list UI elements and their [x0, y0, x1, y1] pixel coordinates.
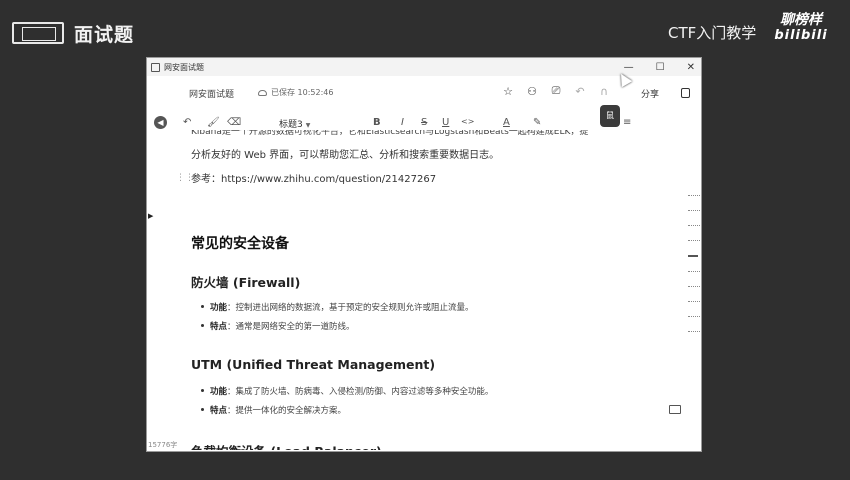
item-key: 功能	[210, 303, 228, 313]
cloud-icon	[258, 89, 267, 96]
add-collaborator-icon[interactable]: ⚇	[525, 84, 539, 98]
maximize-button[interactable]: ☐	[656, 62, 665, 73]
layout-icon[interactable]	[681, 88, 690, 98]
brand-watermark: 聊榜样 bilibili	[766, 12, 836, 48]
window-title: 网安面试题	[164, 62, 204, 72]
outline-mark[interactable]	[688, 271, 700, 272]
bullet-dot	[201, 408, 204, 411]
heading-load-balancer: 负载均衡设备 (Load Balancer)	[191, 441, 382, 450]
outline-mark[interactable]	[688, 240, 700, 241]
bullet-dot	[201, 305, 204, 308]
item-key: 功能	[210, 387, 228, 397]
document-actions: ☆ ⚇ ⎚ ↶ ∩	[501, 84, 611, 98]
save-status: 已保存 10:52:46	[258, 87, 333, 98]
course-label: CTF入门教学	[668, 24, 757, 42]
item-text: ：通常是网络安全的第一道防线。	[227, 322, 355, 332]
list-item: 特点：提供一体化的安全解决方案。	[201, 404, 346, 416]
bullet-dot	[201, 389, 204, 392]
outline-mark[interactable]	[688, 286, 700, 287]
bullet-dot	[201, 324, 204, 327]
star-icon[interactable]: ☆	[501, 84, 515, 98]
word-count: 15776字	[148, 441, 178, 449]
item-text: ：控制进出网络的数据流，基于预定的安全规则允许或阻止流量。	[227, 303, 474, 313]
heading-security-devices: 常见的安全设备	[191, 236, 289, 252]
outline-mark-active[interactable]	[688, 255, 698, 257]
brand-bottom: bilibili	[774, 28, 828, 43]
item-key: 特点	[210, 322, 228, 332]
back-icon[interactable]: ◀	[154, 116, 167, 129]
document-name[interactable]: 网安面试题	[189, 87, 234, 100]
list-item: 功能：控制进出网络的数据流，基于预定的安全规则允许或阻止流量。	[201, 301, 474, 313]
app-icon	[151, 62, 160, 72]
heading-firewall: 防火墙 (Firewall)	[191, 275, 301, 290]
item-key: 特点	[210, 406, 228, 416]
brand-top: 聊榜样	[780, 12, 822, 28]
outline-mark[interactable]	[688, 195, 700, 196]
partial-paragraph: Kibana是一个开源的数据可视化平台，它和Elasticsearch与Logs…	[191, 127, 589, 136]
paragraph-web-ui: 分析友好的 Web 界面，可以帮助您汇总、分析和搜索重要数据日志。	[191, 150, 500, 161]
window-titlebar[interactable]: 网安面试题 — ☐ ✕	[147, 58, 701, 76]
outline-mark[interactable]	[688, 331, 700, 332]
window-controls: — ☐ ✕	[624, 58, 695, 76]
item-text: ：提供一体化的安全解决方案。	[227, 406, 347, 416]
caret-right-icon[interactable]: ▶	[148, 212, 153, 220]
editor-window: 网安面试题 — ☐ ✕ 网安面试题 已保存 10:52:46 ☆ ⚇ ⎚ ↶ ∩…	[146, 57, 702, 452]
item-text: ：集成了防火墙、防病毒、入侵检测/防御、内容过滤等多种安全功能。	[227, 387, 494, 397]
close-button[interactable]: ✕	[687, 62, 695, 73]
outline-mark[interactable]	[688, 301, 700, 302]
document-content[interactable]: Kibana是一个开源的数据可视化平台，它和Elasticsearch与Logs…	[191, 120, 671, 450]
present-icon[interactable]: ⎚	[549, 84, 563, 98]
outline-mark[interactable]	[688, 225, 700, 226]
paragraph-reference: 参考：https://www.zhihu.com/question/214272…	[191, 174, 437, 185]
list-item: 特点：通常是网络安全的第一道防线。	[201, 320, 355, 332]
outline-mark[interactable]	[688, 316, 700, 317]
course-logo	[12, 22, 64, 44]
drag-handle-icon[interactable]: ⋮⋮	[176, 173, 194, 183]
headset-icon[interactable]: ∩	[597, 84, 611, 98]
share-button[interactable]: 分享	[641, 87, 659, 100]
heading-utm: UTM (Unified Threat Management)	[191, 357, 436, 372]
save-status-text: 已保存 10:52:46	[271, 88, 334, 97]
slide-header: 面试题 CTF入门教学 聊榜样 bilibili	[0, 0, 850, 58]
outline-minimap[interactable]	[688, 195, 700, 346]
list-item: 功能：集成了防火墙、防病毒、入侵检测/防御、内容过滤等多种安全功能。	[201, 385, 493, 397]
keyboard-icon[interactable]	[669, 405, 681, 414]
outline-mark[interactable]	[688, 210, 700, 211]
slide-title: 面试题	[74, 24, 135, 46]
undo-history-icon[interactable]: ↶	[573, 84, 587, 98]
document-bar: 网安面试题 已保存 10:52:46 ☆ ⚇ ⎚ ↶ ∩ 分享	[147, 80, 701, 104]
